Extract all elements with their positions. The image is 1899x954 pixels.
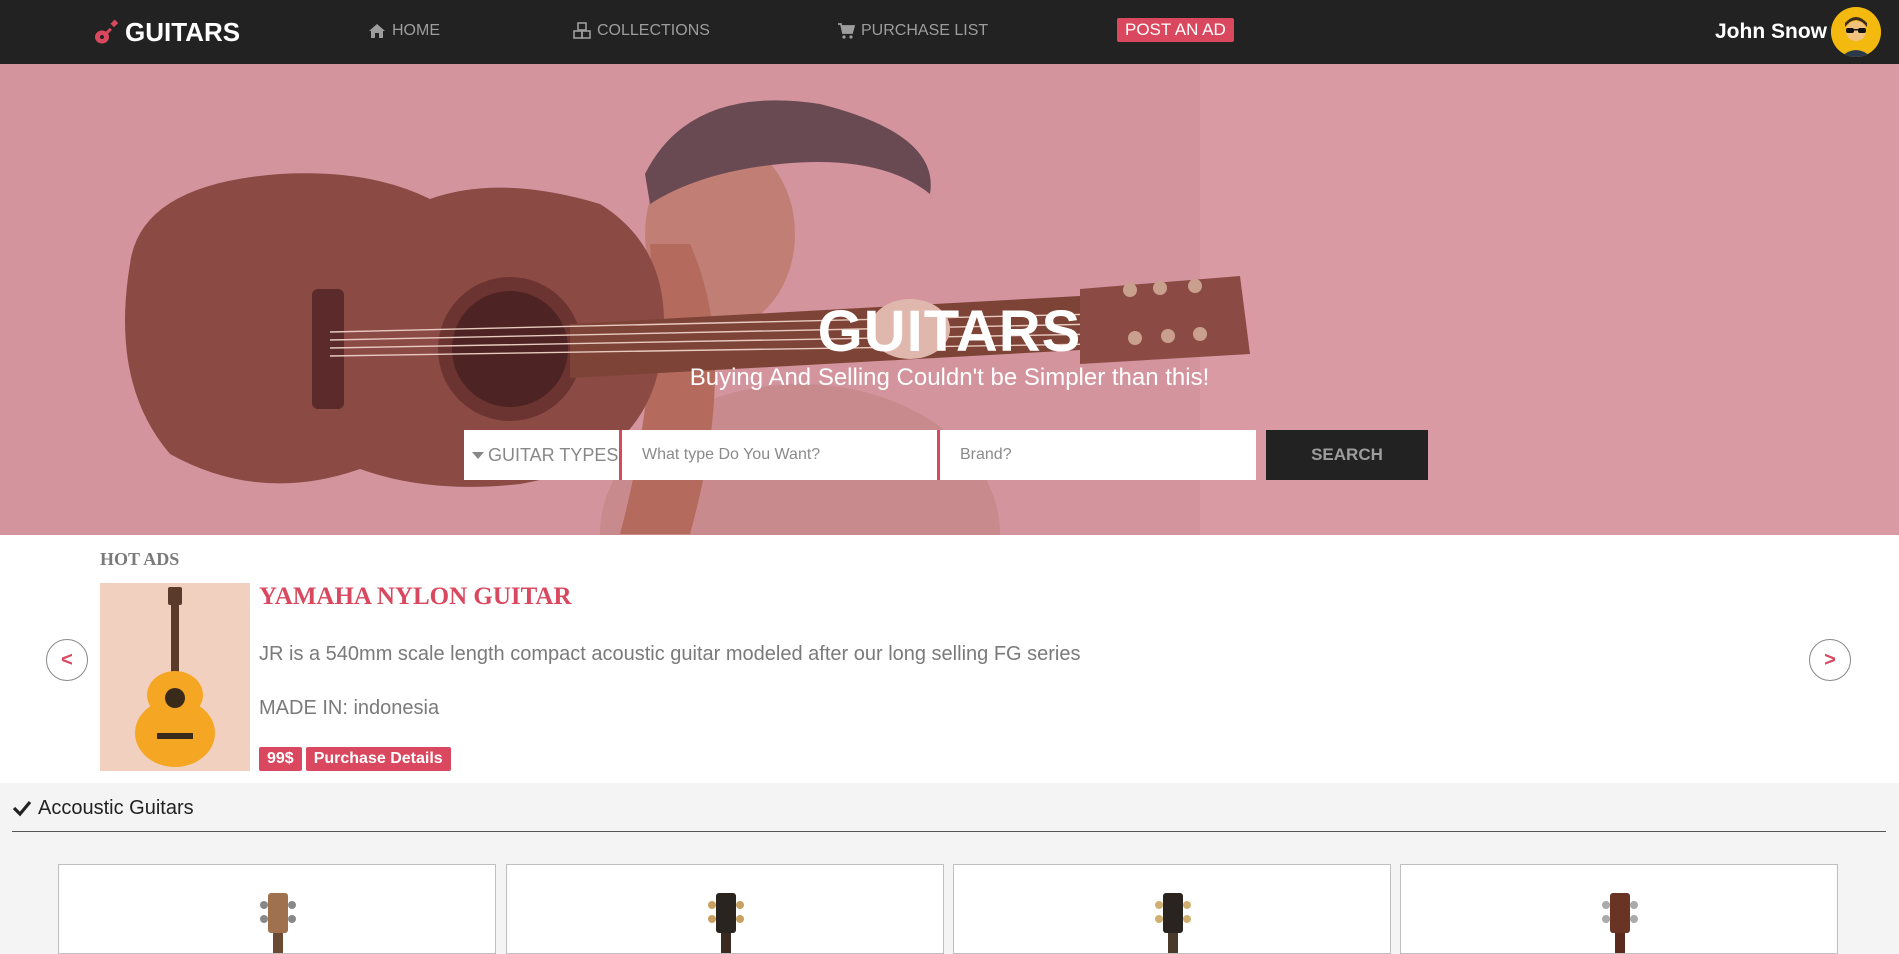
post-ad-button[interactable]: POST AN AD xyxy=(1117,18,1234,42)
product-card[interactable] xyxy=(1400,864,1838,954)
nav-purchase-list-label: PURCHASE LIST xyxy=(861,22,989,39)
user-name: John Snow xyxy=(1715,20,1827,43)
hero-title: GUITARS xyxy=(817,299,1082,364)
hero-subtitle: Buying And Selling Couldn't be Simpler t… xyxy=(689,364,1210,391)
brand-logo[interactable]: GUITARS xyxy=(93,14,240,50)
avatar-icon xyxy=(1831,7,1881,57)
search-button[interactable]: SEARCH xyxy=(1266,430,1428,480)
ad-description: JR is a 540mm scale length compact acous… xyxy=(259,643,1081,665)
brand-name: GUITARS xyxy=(125,16,241,47)
guitar-head-image xyxy=(708,893,744,953)
nav-purchase-list-link[interactable]: PURCHASE LIST xyxy=(837,20,988,42)
user-menu[interactable]: John Snow xyxy=(1715,6,1881,58)
section-title: Accoustic Guitars xyxy=(38,796,194,819)
ad-guitar-image[interactable] xyxy=(100,583,250,771)
guitar-type-input[interactable] xyxy=(622,430,940,480)
section-heading: Accoustic Guitars xyxy=(12,795,194,821)
guitar-head-image xyxy=(1602,893,1638,953)
nav-home-label: HOME xyxy=(392,22,440,39)
home-icon xyxy=(369,24,385,38)
nav-collections-link[interactable]: COLLECTIONS xyxy=(573,20,710,42)
nav-home-link[interactable]: HOME xyxy=(368,20,440,42)
guitar-head-image xyxy=(1155,893,1191,953)
guitar-types-label: GUITAR TYPES xyxy=(488,444,619,465)
search-bar: GUITAR TYPES SEARCH xyxy=(464,430,1428,480)
hero-banner: GUITARS Buying And Selling Couldn't be S… xyxy=(0,64,1899,535)
cart-icon xyxy=(838,23,855,39)
purchase-details-button[interactable]: Purchase Details xyxy=(305,747,451,771)
ad-price-badge: 99$ xyxy=(259,747,302,771)
cubes-icon xyxy=(573,22,591,39)
check-icon xyxy=(12,800,32,817)
product-card[interactable] xyxy=(953,864,1391,954)
brand-input[interactable] xyxy=(940,430,1256,480)
section-divider xyxy=(12,831,1886,832)
product-card[interactable] xyxy=(506,864,944,954)
guitar-icon xyxy=(95,19,119,44)
ad-made-in: MADE IN: indonesia xyxy=(259,697,440,719)
ad-tags: 99$ Purchase Details xyxy=(259,747,451,771)
carousel-next-button[interactable]: > xyxy=(1809,639,1851,681)
caret-down-icon xyxy=(472,451,484,459)
hot-ads-heading: HOT ADS xyxy=(100,549,180,569)
ad-title[interactable]: YAMAHA NYLON GUITAR xyxy=(259,583,572,611)
nav-collections-label: COLLECTIONS xyxy=(597,22,710,39)
carousel-prev-button[interactable]: < xyxy=(46,639,88,681)
hot-ads-section: HOT ADS < YAMAHA NYLON GUITAR JR is a 54… xyxy=(0,535,1899,783)
guitar-types-dropdown[interactable]: GUITAR TYPES xyxy=(464,430,622,480)
product-card[interactable] xyxy=(58,864,496,954)
top-navbar: GUITARS HOME COLLECTIONS PURCHASE LIST P… xyxy=(0,0,1899,64)
guitar-head-image xyxy=(260,893,296,953)
